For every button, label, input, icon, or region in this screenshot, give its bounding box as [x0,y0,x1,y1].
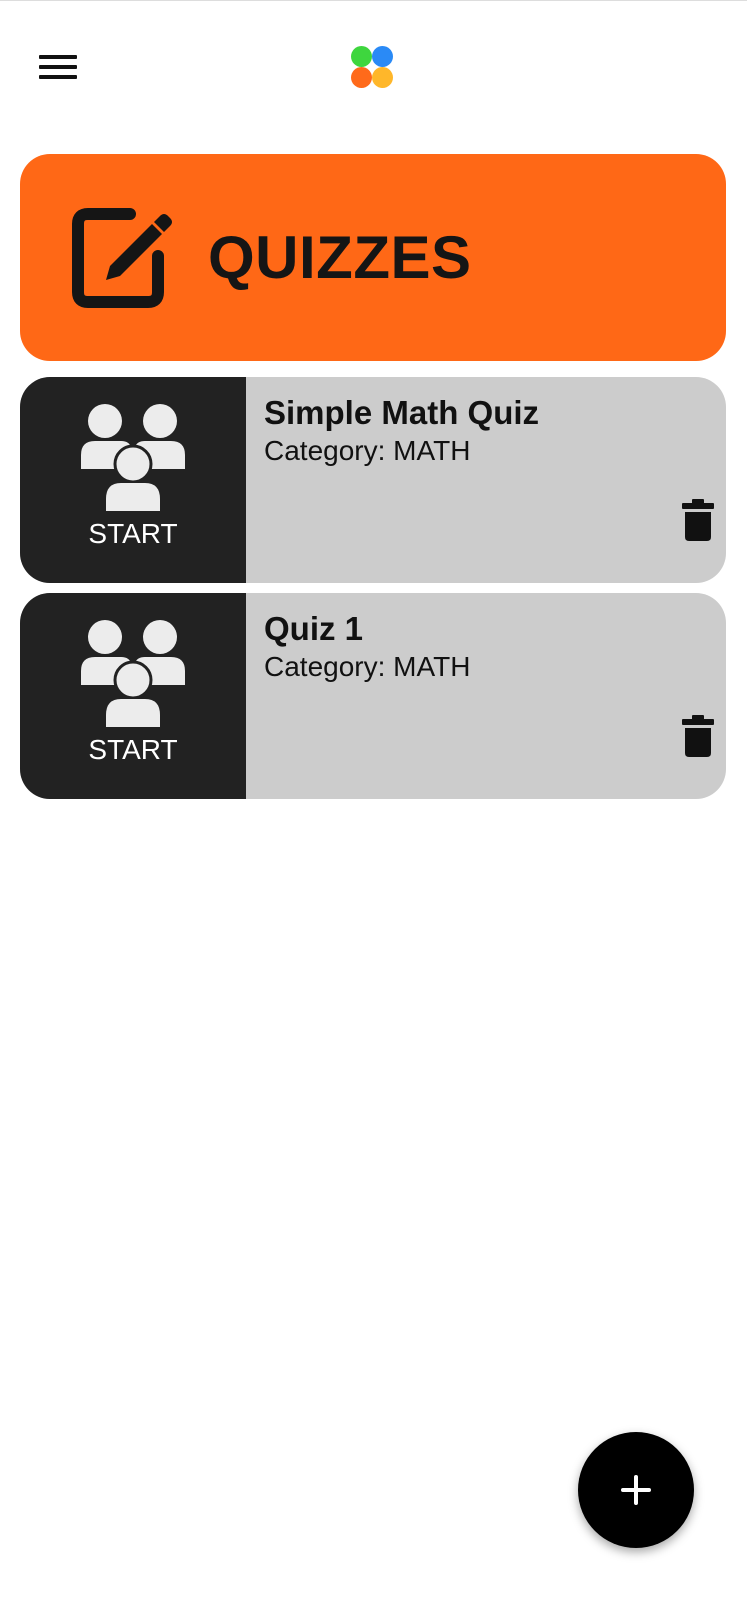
start-quiz-button[interactable]: START [20,593,246,799]
quiz-title: Simple Math Quiz [264,394,540,431]
edit-square-icon [72,208,172,308]
quiz-card: START Quiz 1 Category: MATH [20,593,726,799]
start-label: START [88,734,178,765]
page-title: QUIZZES [208,224,472,291]
start-label: START [88,518,178,549]
app-logo-icon [351,46,395,90]
delete-quiz-button[interactable] [680,499,716,543]
logo-dot [372,46,393,67]
top-app-bar [0,0,747,131]
quizzes-banner: QUIZZES [20,154,726,361]
quiz-category: Category: MATH [264,651,471,682]
quiz-category: Category: MATH [264,435,471,466]
logo-dot [351,67,372,88]
quiz-title: Quiz 1 [264,610,364,647]
logo-dot [372,67,393,88]
logo-dot [351,46,372,67]
group-icon [81,404,185,511]
add-quiz-button[interactable] [578,1432,694,1548]
trash-icon [682,499,714,541]
start-quiz-button[interactable]: START [20,377,246,583]
trash-icon [682,715,714,757]
menu-button[interactable] [30,43,86,87]
group-icon [81,620,185,727]
quiz-card: START Simple Math Quiz Category: MATH [20,377,726,583]
delete-quiz-button[interactable] [680,715,716,759]
